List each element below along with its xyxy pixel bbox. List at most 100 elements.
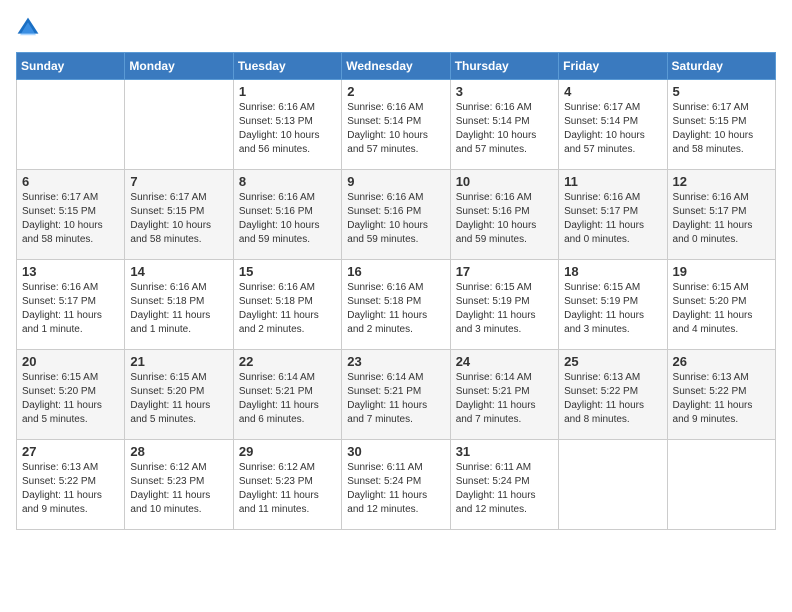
- day-number: 10: [456, 174, 553, 189]
- weekday-header-wednesday: Wednesday: [342, 53, 450, 80]
- day-number: 5: [673, 84, 770, 99]
- calendar-cell: 17 Sunrise: 6:15 AM Sunset: 5:19 PM Dayli…: [450, 260, 558, 350]
- day-number: 26: [673, 354, 770, 369]
- calendar-cell: 14 Sunrise: 6:16 AM Sunset: 5:18 PM Dayli…: [125, 260, 233, 350]
- day-info: Sunrise: 6:16 AM Sunset: 5:17 PM Dayligh…: [22, 281, 119, 337]
- day-number: 11: [564, 174, 661, 189]
- day-number: 15: [239, 264, 336, 279]
- day-number: 17: [456, 264, 553, 279]
- calendar-cell: 4 Sunrise: 6:17 AM Sunset: 5:14 PM Daylig…: [559, 80, 667, 170]
- calendar-cell: 8 Sunrise: 6:16 AM Sunset: 5:16 PM Daylig…: [233, 170, 341, 260]
- day-number: 27: [22, 444, 119, 459]
- calendar-cell: 20 Sunrise: 6:15 AM Sunset: 5:20 PM Dayli…: [17, 350, 125, 440]
- day-info: Sunrise: 6:16 AM Sunset: 5:14 PM Dayligh…: [347, 101, 444, 157]
- calendar-table: SundayMondayTuesdayWednesdayThursdayFrid…: [16, 52, 776, 530]
- day-info: Sunrise: 6:14 AM Sunset: 5:21 PM Dayligh…: [347, 371, 444, 427]
- day-info: Sunrise: 6:16 AM Sunset: 5:18 PM Dayligh…: [239, 281, 336, 337]
- day-info: Sunrise: 6:15 AM Sunset: 5:19 PM Dayligh…: [564, 281, 661, 337]
- day-number: 2: [347, 84, 444, 99]
- page-header: [16, 16, 776, 40]
- day-info: Sunrise: 6:16 AM Sunset: 5:17 PM Dayligh…: [564, 191, 661, 247]
- calendar-cell: 13Sunrise: 6:16 AM Sunset: 5:17 PM Dayli…: [17, 260, 125, 350]
- calendar-cell: 23Sunrise: 6:14 AM Sunset: 5:21 PM Dayli…: [342, 350, 450, 440]
- calendar-cell: 1 Sunrise: 6:16 AM Sunset: 5:13 PM Daylig…: [233, 80, 341, 170]
- day-number: 4: [564, 84, 661, 99]
- calendar-cell: 21 Sunrise: 6:15 AM Sunset: 5:20 PM Dayli…: [125, 350, 233, 440]
- calendar-cell: 12 Sunrise: 6:16 AM Sunset: 5:17 PM Dayli…: [667, 170, 775, 260]
- day-info: Sunrise: 6:11 AM Sunset: 5:24 PM Dayligh…: [456, 461, 553, 517]
- calendar-cell: [667, 440, 775, 530]
- weekday-header-sunday: Sunday: [17, 53, 125, 80]
- day-number: 22: [239, 354, 336, 369]
- day-info: Sunrise: 6:15 AM Sunset: 5:20 PM Dayligh…: [130, 371, 227, 427]
- day-info: Sunrise: 6:15 AM Sunset: 5:19 PM Dayligh…: [456, 281, 553, 337]
- day-info: Sunrise: 6:16 AM Sunset: 5:18 PM Dayligh…: [347, 281, 444, 337]
- day-info: Sunrise: 6:11 AM Sunset: 5:24 PM Dayligh…: [347, 461, 444, 517]
- calendar-cell: 16 Sunrise: 6:16 AM Sunset: 5:18 PM Dayli…: [342, 260, 450, 350]
- day-number: 1: [239, 84, 336, 99]
- day-number: 30: [347, 444, 444, 459]
- calendar-cell: 6 Sunrise: 6:17 AM Sunset: 5:15 PM Daylig…: [17, 170, 125, 260]
- calendar-cell: 30 Sunrise: 6:11 AM Sunset: 5:24 PM Dayli…: [342, 440, 450, 530]
- day-info: Sunrise: 6:15 AM Sunset: 5:20 PM Dayligh…: [673, 281, 770, 337]
- day-info: Sunrise: 6:14 AM Sunset: 5:21 PM Dayligh…: [456, 371, 553, 427]
- day-number: 9: [347, 174, 444, 189]
- day-info: Sunrise: 6:12 AM Sunset: 5:23 PM Dayligh…: [130, 461, 227, 517]
- day-info: Sunrise: 6:17 AM Sunset: 5:15 PM Dayligh…: [22, 191, 119, 247]
- day-number: 6: [22, 174, 119, 189]
- day-number: 25: [564, 354, 661, 369]
- weekday-header-monday: Monday: [125, 53, 233, 80]
- day-info: Sunrise: 6:16 AM Sunset: 5:16 PM Dayligh…: [347, 191, 444, 247]
- day-info: Sunrise: 6:16 AM Sunset: 5:18 PM Dayligh…: [130, 281, 227, 337]
- day-info: Sunrise: 6:16 AM Sunset: 5:16 PM Dayligh…: [456, 191, 553, 247]
- calendar-cell: 15 Sunrise: 6:16 AM Sunset: 5:18 PM Dayli…: [233, 260, 341, 350]
- day-info: Sunrise: 6:16 AM Sunset: 5:16 PM Dayligh…: [239, 191, 336, 247]
- day-number: 12: [673, 174, 770, 189]
- day-info: Sunrise: 6:17 AM Sunset: 5:15 PM Dayligh…: [673, 101, 770, 157]
- weekday-header-tuesday: Tuesday: [233, 53, 341, 80]
- day-info: Sunrise: 6:16 AM Sunset: 5:17 PM Dayligh…: [673, 191, 770, 247]
- day-info: Sunrise: 6:14 AM Sunset: 5:21 PM Dayligh…: [239, 371, 336, 427]
- calendar-cell: 10 Sunrise: 6:16 AM Sunset: 5:16 PM Dayli…: [450, 170, 558, 260]
- day-number: 14: [130, 264, 227, 279]
- calendar-cell: 27 Sunrise: 6:13 AM Sunset: 5:22 PM Dayli…: [17, 440, 125, 530]
- day-number: 7: [130, 174, 227, 189]
- day-number: 19: [673, 264, 770, 279]
- weekday-header-thursday: Thursday: [450, 53, 558, 80]
- calendar-cell: 9 Sunrise: 6:16 AM Sunset: 5:16 PM Daylig…: [342, 170, 450, 260]
- calendar-cell: 22 Sunrise: 6:14 AM Sunset: 5:21 PM Dayli…: [233, 350, 341, 440]
- calendar-cell: 11 Sunrise: 6:16 AM Sunset: 5:17 PM Dayli…: [559, 170, 667, 260]
- calendar-cell: 25 Sunrise: 6:13 AM Sunset: 5:22 PM Dayli…: [559, 350, 667, 440]
- day-info: Sunrise: 6:13 AM Sunset: 5:22 PM Dayligh…: [564, 371, 661, 427]
- day-info: Sunrise: 6:13 AM Sunset: 5:22 PM Dayligh…: [22, 461, 119, 517]
- calendar-cell: 5 Sunrise: 6:17 AM Sunset: 5:15 PM Daylig…: [667, 80, 775, 170]
- day-number: 29: [239, 444, 336, 459]
- day-number: 31: [456, 444, 553, 459]
- day-info: Sunrise: 6:17 AM Sunset: 5:14 PM Dayligh…: [564, 101, 661, 157]
- calendar-cell: [559, 440, 667, 530]
- calendar-cell: 26 Sunrise: 6:13 AM Sunset: 5:22 PM Dayli…: [667, 350, 775, 440]
- day-info: Sunrise: 6:16 AM Sunset: 5:13 PM Dayligh…: [239, 101, 336, 157]
- day-number: 18: [564, 264, 661, 279]
- day-number: 16: [347, 264, 444, 279]
- day-number: 3: [456, 84, 553, 99]
- calendar-cell: 18 Sunrise: 6:15 AM Sunset: 5:19 PM Dayli…: [559, 260, 667, 350]
- day-info: Sunrise: 6:13 AM Sunset: 5:22 PM Dayligh…: [673, 371, 770, 427]
- day-info: Sunrise: 6:15 AM Sunset: 5:20 PM Dayligh…: [22, 371, 119, 427]
- logo-icon: [16, 16, 40, 40]
- calendar-cell: 7 Sunrise: 6:17 AM Sunset: 5:15 PM Daylig…: [125, 170, 233, 260]
- day-info: Sunrise: 6:12 AM Sunset: 5:23 PM Dayligh…: [239, 461, 336, 517]
- calendar-cell: 3Sunrise: 6:16 AM Sunset: 5:14 PM Daylig…: [450, 80, 558, 170]
- calendar-cell: 2 Sunrise: 6:16 AM Sunset: 5:14 PM Daylig…: [342, 80, 450, 170]
- day-number: 8: [239, 174, 336, 189]
- weekday-header-friday: Friday: [559, 53, 667, 80]
- day-info: Sunrise: 6:17 AM Sunset: 5:15 PM Dayligh…: [130, 191, 227, 247]
- logo: [16, 16, 44, 40]
- day-number: 28: [130, 444, 227, 459]
- calendar-cell: [17, 80, 125, 170]
- calendar-cell: [125, 80, 233, 170]
- day-number: 21: [130, 354, 227, 369]
- calendar-cell: 19 Sunrise: 6:15 AM Sunset: 5:20 PM Dayli…: [667, 260, 775, 350]
- weekday-header-saturday: Saturday: [667, 53, 775, 80]
- day-number: 20: [22, 354, 119, 369]
